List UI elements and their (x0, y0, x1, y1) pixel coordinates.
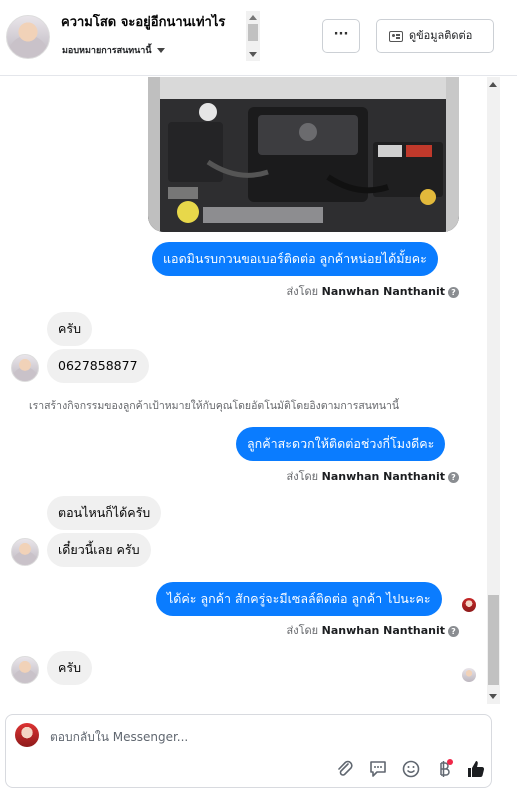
contact-avatar-small (11, 538, 39, 566)
scroll-down-icon[interactable] (489, 694, 497, 699)
sent-by-prefix: ส่งโดย (286, 470, 322, 483)
contact-avatar-small (11, 656, 39, 684)
baht-icon[interactable] (433, 758, 455, 780)
seen-indicator-avatar (462, 668, 476, 682)
view-contact-info-label: ดูข้อมูลติดต่อ (409, 29, 473, 42)
seen-indicator-avatar (462, 598, 476, 612)
scroll-up-icon[interactable] (489, 82, 497, 87)
message-outgoing[interactable]: ได้ค่ะ ลูกค้า สักครู่จะมีเซลล์ติดต่อ ลูก… (156, 582, 442, 616)
sent-by-name: Nanwhan Nanthanit (321, 624, 445, 637)
info-icon[interactable]: ? (448, 626, 459, 637)
sent-by-label: ส่งโดย Nanwhan Nanthanit? (250, 467, 459, 485)
view-contact-info-button[interactable]: ดูข้อมูลติดต่อ (376, 19, 494, 53)
conversation-header: ความโสด จะอยู่อีกนานเท่าไร มอบหมายการสนท… (0, 0, 517, 76)
caret-down-icon (156, 48, 165, 53)
message-thread[interactable]: แอดมินรบกวนขอเบอร์ติดต่อ ลูกค้าหน่อยได้ม… (0, 77, 487, 704)
attached-image-engine[interactable] (148, 77, 459, 232)
message-incoming[interactable]: 0627858877 (47, 349, 149, 383)
contact-avatar[interactable] (6, 15, 50, 59)
emoji-icon[interactable] (400, 758, 422, 780)
more-options-button[interactable]: ··· (322, 19, 360, 53)
thumbs-up-icon[interactable] (465, 758, 487, 780)
sent-by-prefix: ส่งโดย (286, 285, 322, 298)
sent-by-label: ส่งโดย Nanwhan Nanthanit? (250, 621, 459, 639)
message-incoming[interactable]: ครับ (47, 312, 93, 346)
reply-composer (5, 714, 492, 788)
sent-by-prefix: ส่งโดย (286, 624, 322, 637)
scroll-thumb[interactable] (248, 24, 258, 41)
message-outgoing[interactable]: แอดมินรบกวนขอเบอร์ติดต่อ ลูกค้าหน่อยได้ม… (152, 242, 438, 276)
assign-label: มอบหมายการสนทนานี้ (62, 46, 152, 56)
scroll-down-icon[interactable] (249, 52, 257, 57)
message-incoming[interactable]: เดี๋ยวนี้เลย ครับ (47, 533, 151, 567)
more-icon: ··· (333, 27, 349, 42)
message-incoming[interactable]: ตอนไหนก็ได้ครับ (47, 496, 162, 530)
reply-input[interactable] (50, 727, 350, 747)
contact-card-icon (389, 31, 403, 42)
assign-conversation-dropdown[interactable]: มอบหมายการสนทนานี้ (62, 43, 165, 57)
sent-by-name: Nanwhan Nanthanit (321, 285, 445, 298)
attach-icon[interactable] (334, 758, 356, 780)
info-icon[interactable]: ? (448, 472, 459, 483)
sent-by-name: Nanwhan Nanthanit (321, 470, 445, 483)
sent-by-label: ส่งโดย Nanwhan Nanthanit? (250, 282, 459, 300)
scroll-up-icon[interactable] (249, 15, 257, 20)
message-outgoing[interactable]: ลูกค้าสะดวกให้ติดต่อช่วงกี่โมงดีคะ (236, 427, 446, 461)
engine-photo (148, 77, 459, 232)
message-incoming[interactable]: ครับ (47, 651, 93, 685)
thread-scrollbar[interactable] (487, 77, 500, 704)
system-note: เราสร้างกิจกรรมของลูกค้าเป้าหมายให้กับคุ… (29, 400, 400, 412)
title-scrollbar[interactable] (246, 11, 260, 61)
contact-name[interactable]: ความโสด จะอยู่อีกนานเท่าไร (61, 14, 247, 32)
scroll-thumb[interactable] (488, 595, 499, 685)
page-avatar (15, 723, 39, 747)
saved-reply-icon[interactable] (367, 758, 389, 780)
info-icon[interactable]: ? (448, 287, 459, 298)
contact-avatar-small (11, 354, 39, 382)
